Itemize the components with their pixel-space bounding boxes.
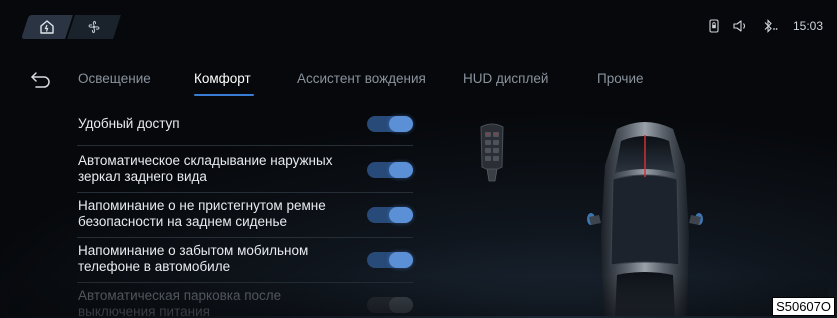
auto-park-toggle[interactable]: [367, 297, 413, 313]
mirror-fold-toggle[interactable]: [367, 162, 413, 178]
toggle-knob: [389, 116, 413, 132]
active-tab-indicator: [194, 94, 254, 96]
key-fob-icon: [480, 123, 504, 182]
tab-driving-assistant[interactable]: Ассистент вождения: [297, 71, 426, 86]
tab-comfort[interactable]: Комфорт: [194, 71, 251, 86]
setting-label: Напоминание о забытом мобильном телефоне…: [78, 243, 309, 274]
figure-code-label: S50607O: [772, 297, 835, 316]
mode-switcher: [21, 15, 121, 39]
volume-icon[interactable]: [733, 19, 749, 33]
screen-frame: 15:03 Освещение Комфорт Ассистент вожден…: [7, 7, 829, 316]
car-top-view-image: [587, 122, 703, 316]
row-divider: [77, 237, 413, 238]
fan-icon: [88, 20, 100, 34]
home-ev-icon: [40, 20, 54, 34]
forgotten-phone-reminder-toggle[interactable]: [367, 252, 413, 268]
setting-label: Автоматическая парковка после выключения…: [78, 288, 282, 316]
settings-tabs: Освещение Комфорт Ассистент вождения HUD…: [7, 67, 829, 97]
phone-lock-icon: [709, 19, 719, 33]
mode-tab-home[interactable]: [21, 15, 73, 39]
row-divider: [77, 145, 413, 146]
setting-label: Автоматическое складывание наружных зерк…: [78, 153, 333, 184]
setting-row-mirror-fold: Автоматическое складывание наружных зерк…: [77, 149, 413, 193]
setting-label: Напоминание о не пристегнутом ремне безо…: [78, 198, 326, 229]
setting-row-rear-seatbelt: Напоминание о не пристегнутом ремне безо…: [77, 194, 413, 238]
status-bar: 15:03: [7, 7, 829, 43]
toggle-knob: [389, 162, 413, 178]
clock: 15:03: [792, 19, 823, 33]
toggle-knob: [389, 207, 413, 223]
tab-other[interactable]: Прочие: [597, 71, 644, 86]
setting-label: Удобный доступ: [78, 116, 180, 131]
row-divider: [77, 192, 413, 193]
tab-hud-display[interactable]: HUD дисплей: [463, 71, 548, 86]
back-arrow-icon[interactable]: [30, 69, 52, 89]
bluetooth-icon[interactable]: [763, 19, 779, 33]
infotainment-screen: 15:03 Освещение Комфорт Ассистент вожден…: [0, 0, 837, 318]
toggle-knob: [389, 252, 413, 268]
mode-tab-climate[interactable]: [67, 15, 121, 39]
tab-lighting[interactable]: Освещение: [78, 71, 151, 86]
setting-row-convenient-access: Удобный доступ: [77, 111, 413, 146]
rear-seatbelt-reminder-toggle[interactable]: [367, 207, 413, 223]
toggle-knob: [389, 297, 413, 313]
setting-row-auto-park: Автоматическая парковка после выключения…: [77, 284, 413, 316]
row-divider: [77, 282, 413, 283]
status-indicators: 15:03: [709, 19, 823, 33]
convenient-access-toggle[interactable]: [367, 116, 413, 132]
setting-row-forgotten-phone: Напоминание о забытом мобильном телефоне…: [77, 239, 413, 283]
